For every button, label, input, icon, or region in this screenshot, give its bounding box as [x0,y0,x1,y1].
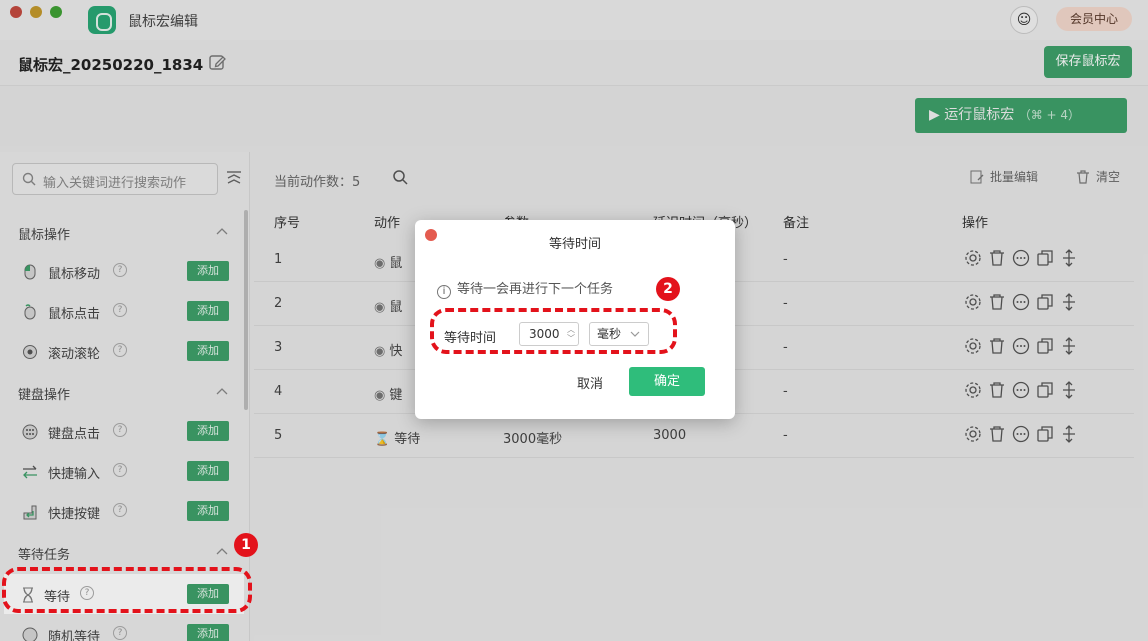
dialog-tip: i 等待一会再进行下一个任务 [437,278,613,299]
annotation-highlight-wait-item [2,567,252,613]
annotation-highlight-wait-field [430,308,677,354]
cancel-button[interactable]: 取消 [577,373,603,392]
info-icon: i [437,285,451,299]
annotation-number-1: 1 [234,533,258,557]
dialog-tip-text: 等待一会再进行下一个任务 [457,282,614,297]
annotation-number-2: 2 [656,277,680,301]
confirm-button[interactable]: 确定 [629,367,705,396]
dialog-title: 等待时间 [548,237,601,252]
